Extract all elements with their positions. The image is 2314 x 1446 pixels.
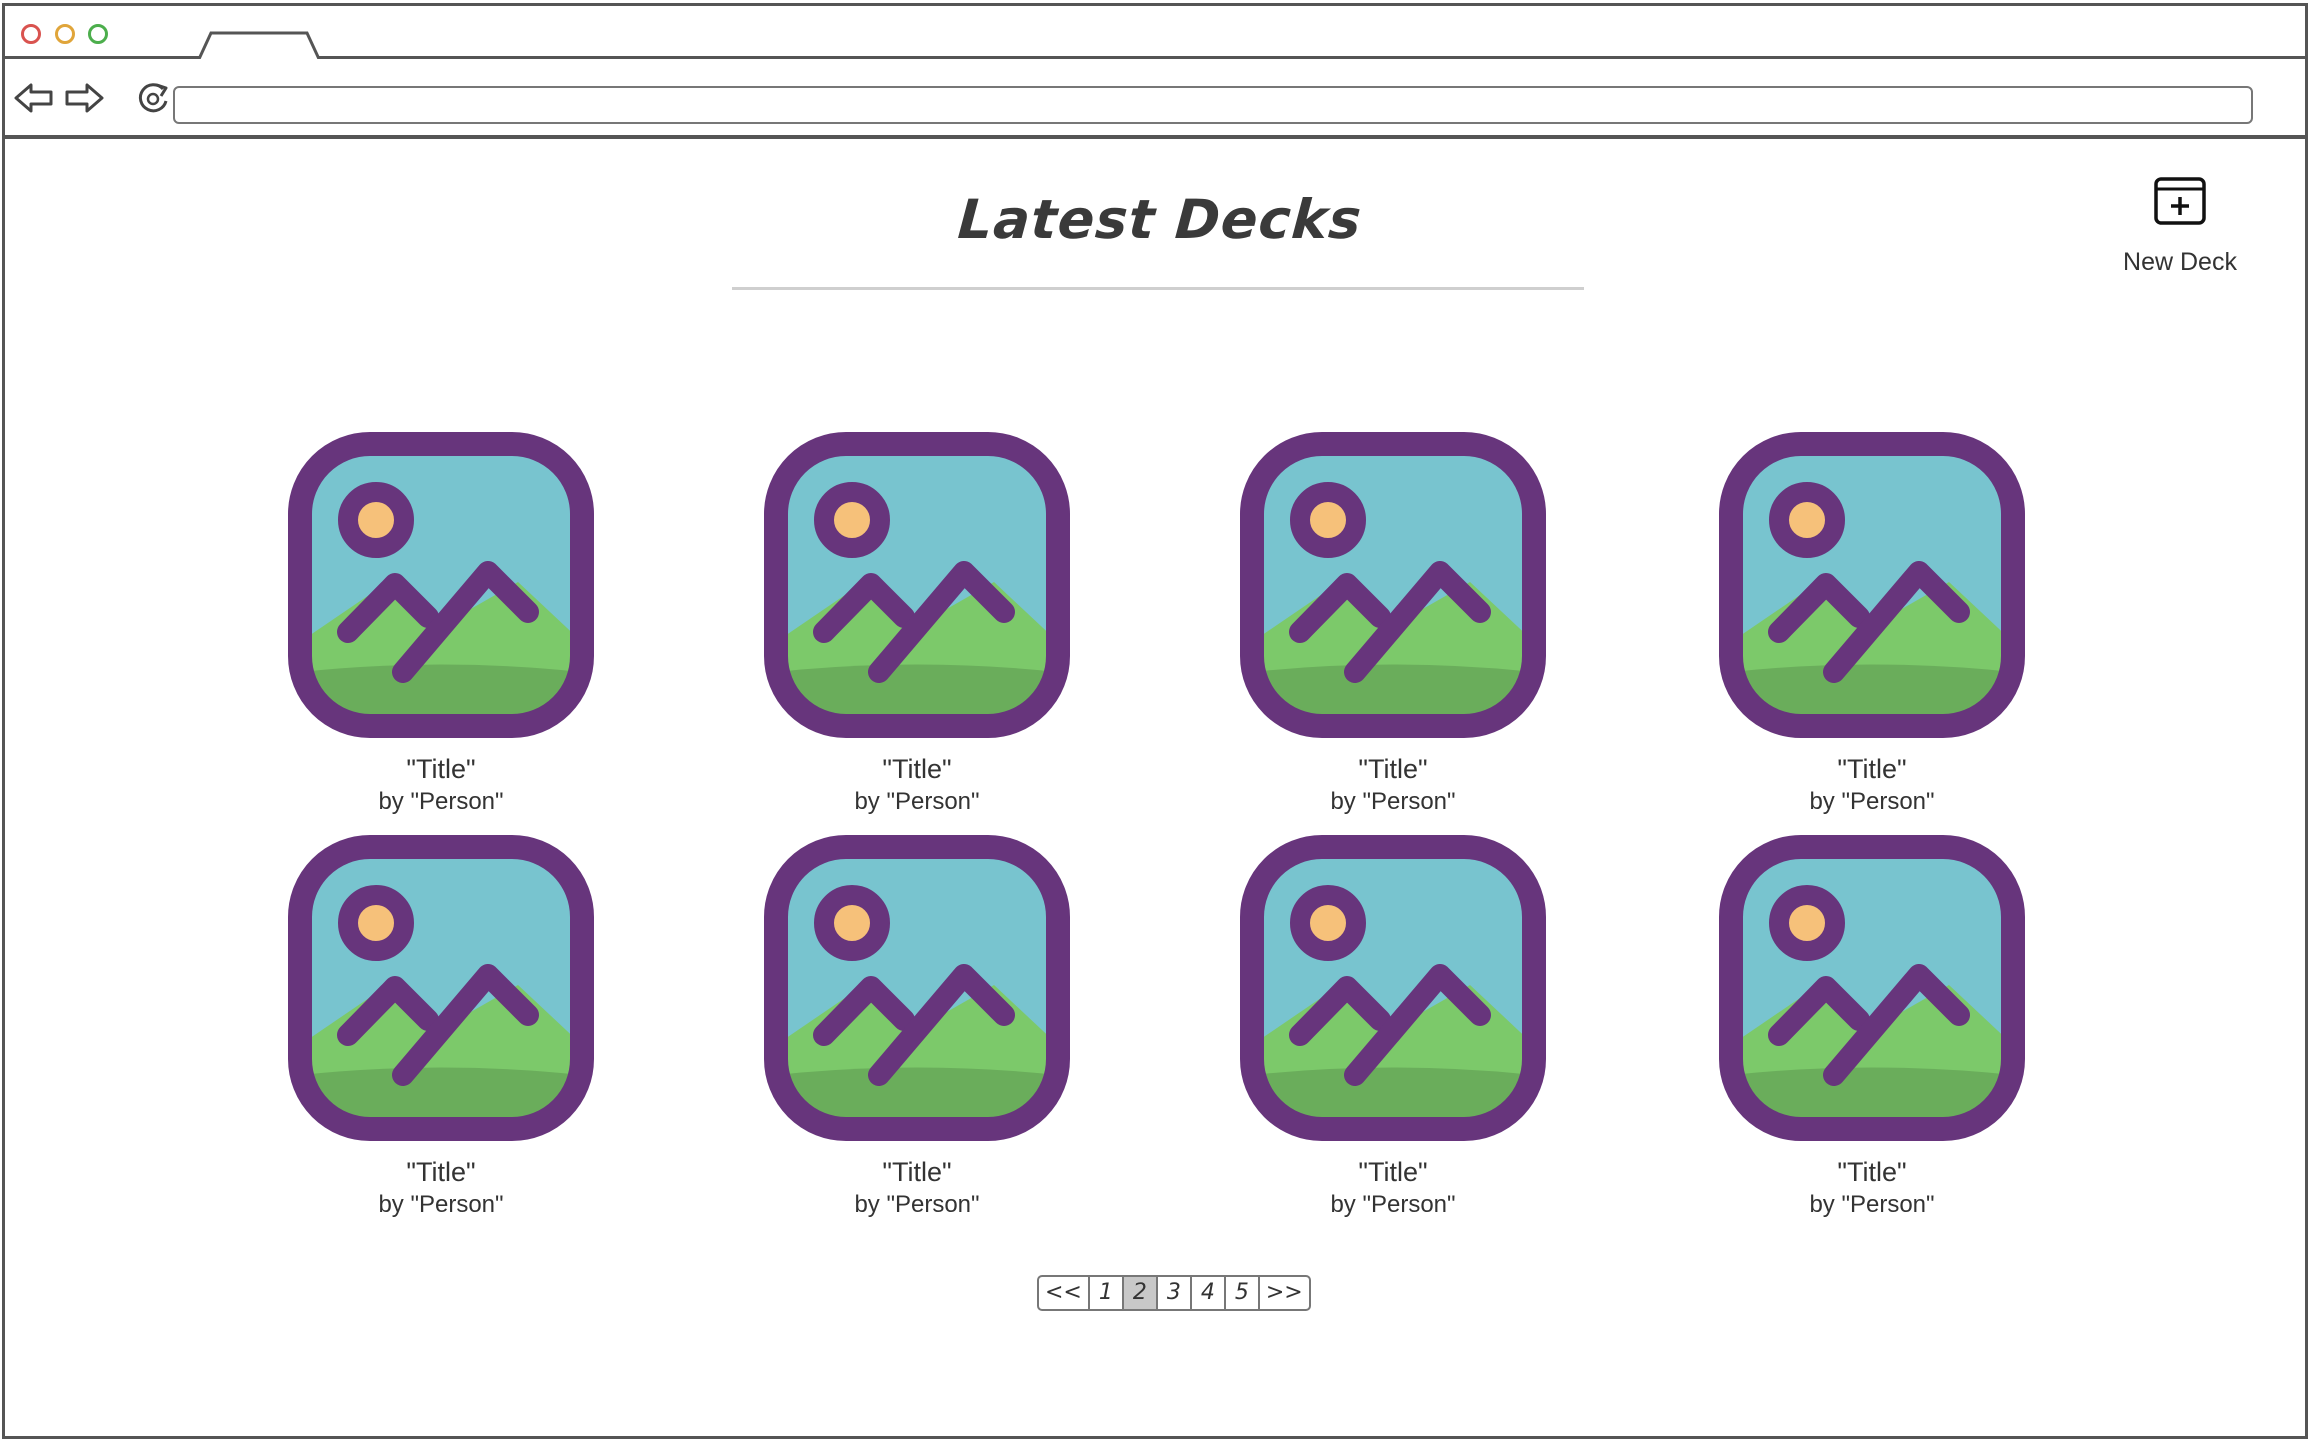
image-placeholder-icon [764,432,1070,738]
deck-card[interactable]: "Title" by "Person" [281,835,601,1235]
deck-title: "Title" [406,754,476,784]
image-placeholder-icon [1719,432,2025,738]
deck-card[interactable]: "Title" by "Person" [1233,835,1553,1235]
deck-title: "Title" [882,754,952,784]
deck-author: by "Person" [1809,1191,1935,1218]
deck-title: "Title" [1358,754,1428,784]
image-placeholder-icon [1240,432,1546,738]
pagination-page-5[interactable]: 5 [1226,1277,1260,1309]
deck-grid: "Title" by "Person" "Title" by "Person" [5,6,2305,1436]
image-placeholder-icon [1240,835,1546,1141]
deck-author: by "Person" [1809,788,1935,815]
deck-author: by "Person" [1330,788,1456,815]
browser-window: Latest Decks New Deck "Title" by "Person… [2,3,2308,1439]
deck-card[interactable]: "Title" by "Person" [1712,835,2032,1235]
deck-title: "Title" [882,1157,952,1187]
pagination-page-4[interactable]: 4 [1192,1277,1226,1309]
deck-card[interactable]: "Title" by "Person" [1233,432,1553,832]
deck-author: by "Person" [378,1191,504,1218]
deck-author: by "Person" [1330,1191,1456,1218]
deck-author: by "Person" [378,788,504,815]
image-placeholder-icon [288,432,594,738]
pagination-page-3[interactable]: 3 [1158,1277,1192,1309]
deck-title: "Title" [1837,754,1907,784]
image-placeholder-icon [1719,835,2025,1141]
deck-author: by "Person" [854,788,980,815]
pagination-prev-button[interactable]: << [1039,1277,1090,1309]
image-placeholder-icon [288,835,594,1141]
deck-card[interactable]: "Title" by "Person" [757,835,1077,1235]
deck-title: "Title" [1837,1157,1907,1187]
deck-title: "Title" [1358,1157,1428,1187]
pagination-page-2-current[interactable]: 2 [1123,1277,1158,1309]
pagination-next-button[interactable]: >> [1260,1277,1309,1309]
deck-card[interactable]: "Title" by "Person" [757,432,1077,832]
deck-author: by "Person" [854,1191,980,1218]
deck-card[interactable]: "Title" by "Person" [281,432,601,832]
deck-card[interactable]: "Title" by "Person" [1712,432,2032,832]
pagination: << 1 2 3 4 5 >> [1037,1275,1311,1311]
deck-title: "Title" [406,1157,476,1187]
pagination-page-1[interactable]: 1 [1090,1277,1124,1309]
image-placeholder-icon [764,835,1070,1141]
